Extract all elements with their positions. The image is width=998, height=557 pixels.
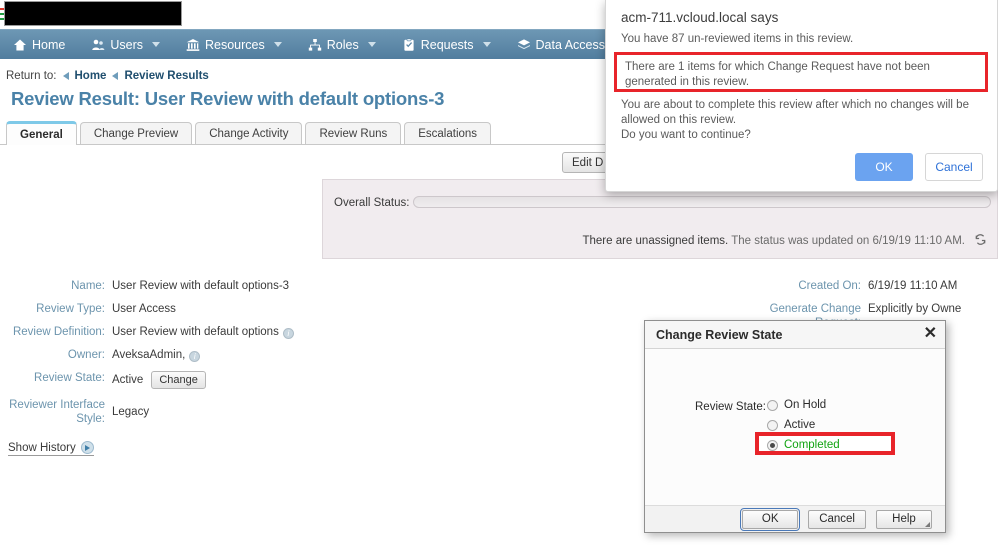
tab-general[interactable]: General [6, 121, 77, 145]
field-created-on: Created On: 6/19/19 11:10 AM [760, 279, 998, 293]
hierarchy-icon [308, 38, 322, 52]
clipboard-icon [402, 37, 416, 52]
detail-fields-left: Name: User Review with default options-3… [0, 279, 320, 435]
radio-option-on-hold[interactable]: On Hold [767, 399, 826, 411]
page-title: Review Result: User Review with default … [11, 88, 445, 109]
field-label: Review Type: [36, 303, 105, 315]
breadcrumb-link-home[interactable]: Home [75, 70, 107, 82]
breadcrumb-link-review-results[interactable]: Review Results [124, 70, 208, 82]
users-icon [91, 38, 105, 52]
chevron-down-icon[interactable] [152, 42, 160, 47]
nav-item-home[interactable]: Home [0, 30, 78, 60]
tab-change-activity[interactable]: Change Activity [195, 122, 303, 144]
app-root: Home Users Resources Roles Requests Data… [0, 0, 998, 557]
radio-button[interactable] [767, 419, 778, 431]
browser-dialog-ok-button[interactable]: OK [855, 153, 913, 181]
info-icon[interactable] [282, 327, 294, 341]
nav-label: Requests [420, 37, 474, 52]
field-label: Review Definition: [12, 326, 105, 338]
field-value: User Review with default options [112, 326, 279, 338]
field-reviewer-interface-style: Reviewer Interface Style: Legacy [0, 398, 320, 426]
breadcrumb-prefix: Return to: [6, 70, 57, 82]
redaction-box [4, 1, 182, 26]
radio-label: Completed [784, 439, 840, 451]
browser-dialog-buttons: OK Cancel [855, 153, 983, 181]
nav-label: Users [110, 37, 143, 52]
field-review-state: Review State: Active Change [0, 371, 320, 389]
breadcrumb: Return to: Home Review Results [6, 70, 209, 82]
status-message: There are unassigned items. The status w… [582, 235, 965, 247]
radio-label: On Hold [784, 399, 827, 411]
show-history-label: Show History [8, 441, 76, 454]
browser-dialog-cancel-button[interactable]: Cancel [925, 153, 983, 181]
layers-icon [517, 38, 531, 52]
change-review-state-button[interactable]: Change [151, 371, 206, 389]
dialog-ok-button[interactable]: OK [740, 507, 801, 531]
status-message-strong: There are unassigned items. [582, 235, 729, 247]
radio-label: Active [784, 419, 816, 431]
field-name: Name: User Review with default options-3 [0, 279, 320, 293]
field-value: AveksaAdmin, [112, 349, 186, 361]
dialog-header: Change Review State ✕ [645, 321, 945, 349]
field-value: User Review with default options-3 [112, 280, 290, 292]
redacted-region [0, 0, 182, 27]
overall-status-progress-bar [413, 196, 991, 208]
field-label: Name: [71, 280, 105, 292]
field-label: Review State: [34, 372, 105, 384]
nav-item-roles[interactable]: Roles [295, 30, 389, 60]
dialog-help-button[interactable]: Help [876, 509, 932, 529]
nav-label: Roles [326, 37, 359, 52]
nav-item-requests[interactable]: Requests [389, 30, 504, 60]
nav-item-users[interactable]: Users [78, 30, 173, 60]
chevron-down-icon[interactable] [367, 42, 376, 47]
browser-dialog-highlighted-text: There are 1 items for which Change Reque… [625, 61, 930, 88]
bank-icon [186, 38, 200, 52]
dialog-body: Review State: On Hold Active Completed [645, 349, 945, 506]
nav-label: Data Access [535, 37, 606, 52]
browser-dialog-line-1: You have 87 un-reviewed items in this re… [621, 33, 854, 45]
home-icon [13, 38, 27, 52]
tab-escalations[interactable]: Escalations [404, 122, 492, 144]
nav-item-resources[interactable]: Resources [173, 30, 295, 60]
browser-dialog-origin: acm-711.vcloud.local says [621, 10, 779, 25]
radio-option-active[interactable]: Active [767, 419, 815, 431]
field-label: Created On: [798, 280, 861, 292]
nav-label: Resources [205, 37, 265, 52]
tab-change-preview[interactable]: Change Preview [79, 122, 193, 144]
info-icon[interactable] [189, 350, 201, 364]
chevron-down-icon[interactable] [273, 42, 282, 47]
field-label: Owner: [67, 349, 105, 361]
dialog-cancel-button[interactable]: Cancel [808, 509, 866, 529]
close-icon[interactable]: ✕ [924, 325, 937, 343]
play-icon [80, 441, 94, 454]
field-value: User Access [112, 303, 176, 315]
refresh-icon[interactable] [974, 233, 987, 249]
overall-status-label: Overall Status: [334, 197, 410, 209]
breadcrumb-arrow-icon [112, 72, 119, 80]
status-message-muted: The status was updated on 6/19/19 11:10 … [731, 235, 965, 247]
field-value: 6/19/19 11:10 AM [868, 280, 958, 292]
field-value: Legacy [112, 406, 150, 418]
field-review-type: Review Type: User Access [0, 302, 320, 316]
chevron-down-icon[interactable] [482, 42, 491, 47]
show-history-toggle[interactable]: Show History [8, 441, 94, 456]
field-owner: Owner: AveksaAdmin, [0, 348, 320, 364]
radio-button[interactable] [767, 439, 778, 451]
dialog-footer: OK Cancel Help [645, 505, 945, 532]
field-review-definition: Review Definition: User Review with defa… [0, 325, 320, 341]
field-label: Reviewer Interface Style: [9, 399, 105, 425]
tab-review-runs[interactable]: Review Runs [305, 122, 402, 144]
browser-dialog-line-3: You are about to complete this review af… [621, 99, 969, 141]
browser-dialog-highlight-box: There are 1 items for which Change Reque… [614, 52, 988, 92]
breadcrumb-arrow-icon [62, 72, 69, 80]
field-value: Active [112, 374, 144, 386]
radio-option-completed[interactable]: Completed [767, 439, 840, 451]
dialog-title: Change Review State [656, 328, 783, 342]
change-review-state-dialog: Change Review State ✕ Review State: On H… [644, 320, 946, 533]
review-state-field-label: Review State: [695, 401, 766, 413]
radio-button[interactable] [767, 399, 778, 411]
browser-confirm-dialog: acm-711.vcloud.local says You have 87 un… [605, 0, 998, 192]
nav-label: Home [32, 37, 66, 52]
